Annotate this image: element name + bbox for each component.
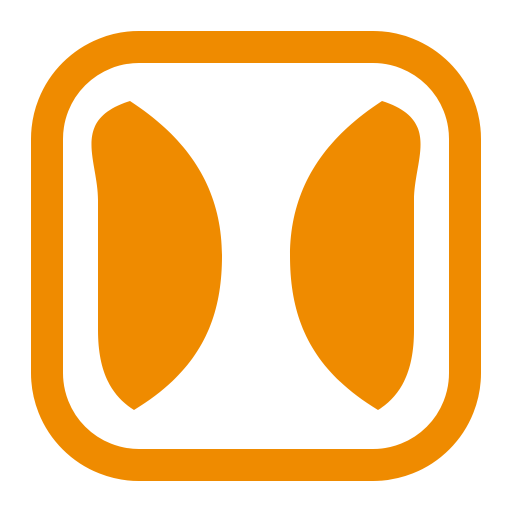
right-lens-shape [290, 101, 421, 410]
app-logo-icon [31, 31, 481, 481]
icon-canvas [0, 0, 512, 512]
left-lens-shape [91, 101, 223, 410]
